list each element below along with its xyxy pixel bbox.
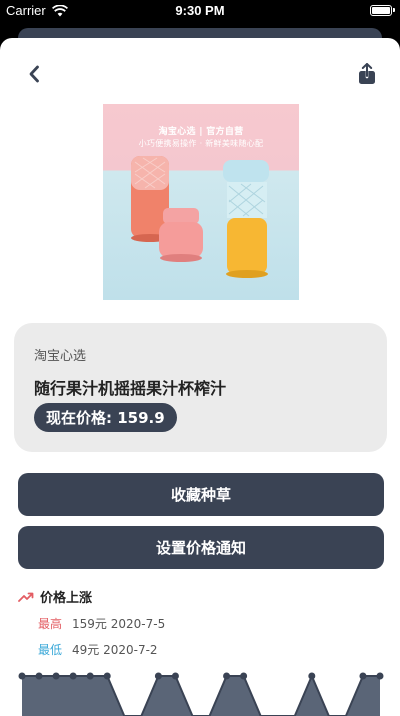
clock: 9:30 PM	[175, 3, 225, 18]
status-bar: Carrier 9:30 PM	[0, 0, 400, 22]
battery-icon	[370, 5, 395, 16]
current-price-badge: 现在价格: 159.9	[34, 403, 177, 432]
price-alert-button-label: 设置价格通知	[155, 539, 246, 557]
price-low-row: 最低 49元 2020-7-2	[38, 641, 158, 658]
price-point	[52, 672, 60, 680]
price-point	[154, 672, 162, 680]
price-low-label: 最低	[38, 643, 63, 657]
product-image: 淘宝心选 | 官方自营 小巧便携易操作 · 新鲜美味随心配	[103, 104, 299, 300]
favorite-button-label: 收藏种草	[170, 486, 231, 504]
price-trend-header: 价格上涨	[18, 587, 92, 606]
price-history-chart	[18, 672, 384, 716]
juicer-illustration	[131, 156, 269, 278]
price-trend-title: 价格上涨	[40, 591, 93, 606]
price-high-row: 最高 159元 2020-7-5	[38, 615, 165, 632]
chevron-left-icon	[29, 65, 39, 83]
product-title: 随行果汁机摇摇果汁杯榨汁	[34, 379, 227, 398]
price-point	[69, 672, 77, 680]
price-point	[240, 672, 248, 680]
share-icon	[359, 62, 375, 84]
price-point	[86, 672, 94, 680]
product-info-card: 淘宝心选 随行果汁机摇摇果汁杯榨汁 现在价格: 159.9	[14, 323, 387, 452]
price-point	[223, 672, 231, 680]
price-point	[35, 672, 43, 680]
price-high-label: 最高	[38, 617, 63, 631]
current-price-label: 现在价格: 159.9	[46, 409, 165, 427]
price-point	[308, 672, 316, 680]
price-point	[376, 672, 384, 680]
price-point	[103, 672, 111, 680]
price-point	[18, 672, 26, 680]
favorite-button[interactable]: 收藏种草	[18, 473, 384, 516]
price-alert-button[interactable]: 设置价格通知	[18, 526, 384, 569]
product-brand: 淘宝心选	[34, 349, 87, 364]
price-low-value: 49元 2020-7-2	[72, 643, 158, 657]
product-detail-sheet: 淘宝心选 | 官方自营 小巧便携易操作 · 新鲜美味随心配 淘宝心选 随行果汁机…	[0, 38, 400, 716]
back-button[interactable]	[24, 64, 44, 84]
price-high-value: 159元 2020-7-5	[72, 617, 166, 631]
price-point	[359, 672, 367, 680]
share-button[interactable]	[356, 62, 378, 86]
price-point	[171, 672, 179, 680]
trending-up-icon	[18, 592, 34, 602]
